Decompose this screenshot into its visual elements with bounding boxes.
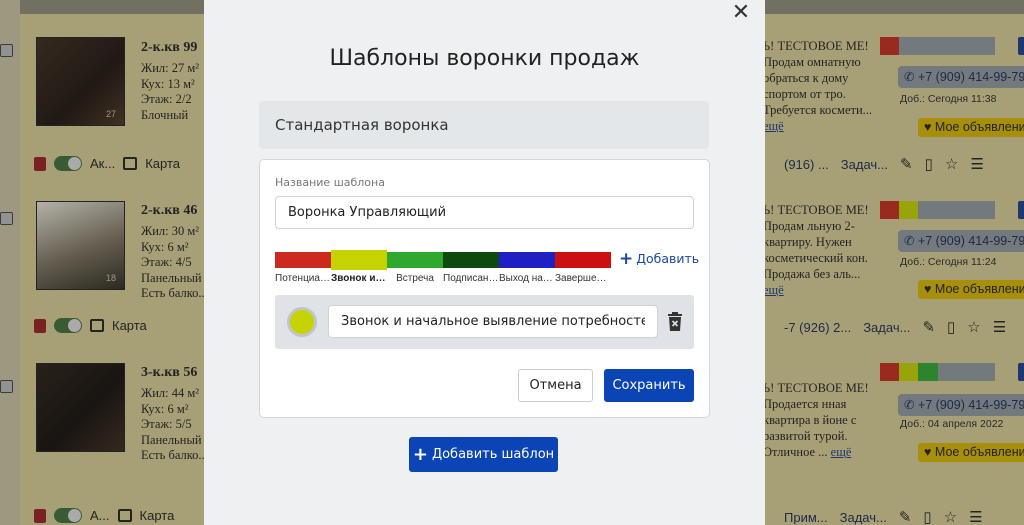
stage-color-bar bbox=[387, 252, 443, 268]
plus-icon: + bbox=[619, 248, 634, 269]
add-template-button[interactable]: + Добавить шаблон bbox=[409, 437, 558, 472]
add-stage-button[interactable]: + Добавить bbox=[619, 248, 700, 269]
stage-label: Встреча bbox=[396, 273, 434, 284]
stage-color-bar bbox=[499, 252, 555, 268]
stage-color-picker[interactable] bbox=[287, 307, 317, 337]
template-editor: Название шаблона Потенциальный клиентЗво… bbox=[259, 159, 710, 418]
funnel-stage[interactable]: Встреча bbox=[387, 250, 443, 284]
modal-title: Шаблоны воронки продаж bbox=[329, 46, 640, 71]
funnel-stage[interactable]: Звонок и начальное выявление потребносте… bbox=[331, 250, 387, 284]
stage-color-bar bbox=[443, 252, 499, 268]
funnel-stage[interactable]: Завершение bbox=[555, 250, 611, 284]
funnel-stage[interactable]: Потенциальный клиент bbox=[275, 250, 331, 284]
trash-icon[interactable] bbox=[667, 312, 683, 331]
stage-color-bar bbox=[555, 252, 611, 268]
stage-label: Выход на сделку bbox=[499, 273, 555, 284]
stage-label: Завершение bbox=[555, 273, 611, 284]
stage-label: Подписание договора bbox=[443, 273, 499, 284]
funnel-stage[interactable]: Выход на сделку bbox=[499, 250, 555, 284]
stage-editor bbox=[275, 295, 694, 349]
close-icon[interactable]: ✕ bbox=[731, 2, 751, 24]
stage-name-input[interactable] bbox=[328, 305, 658, 338]
stage-color-bar bbox=[331, 250, 387, 270]
stage-color-bar bbox=[275, 252, 331, 268]
add-template-label: Добавить шаблон bbox=[431, 447, 555, 462]
funnel-stage[interactable]: Подписание договора bbox=[443, 250, 499, 284]
template-name-label: Название шаблона bbox=[275, 176, 385, 189]
template-name-input[interactable] bbox=[275, 196, 694, 229]
plus-icon: + bbox=[412, 443, 428, 465]
cancel-button[interactable]: Отмена bbox=[518, 369, 593, 402]
funnel-templates-modal: ✕ Шаблоны воронки продаж Стандартная вор… bbox=[204, 0, 765, 525]
stage-label: Звонок и начальное выявление потребносте… bbox=[331, 273, 387, 284]
add-stage-label: Добавить bbox=[636, 251, 700, 266]
save-button[interactable]: Сохранить bbox=[604, 369, 694, 402]
stage-label: Потенциальный клиент bbox=[275, 273, 331, 284]
funnel-template-item[interactable]: Стандартная воронка bbox=[259, 101, 709, 149]
